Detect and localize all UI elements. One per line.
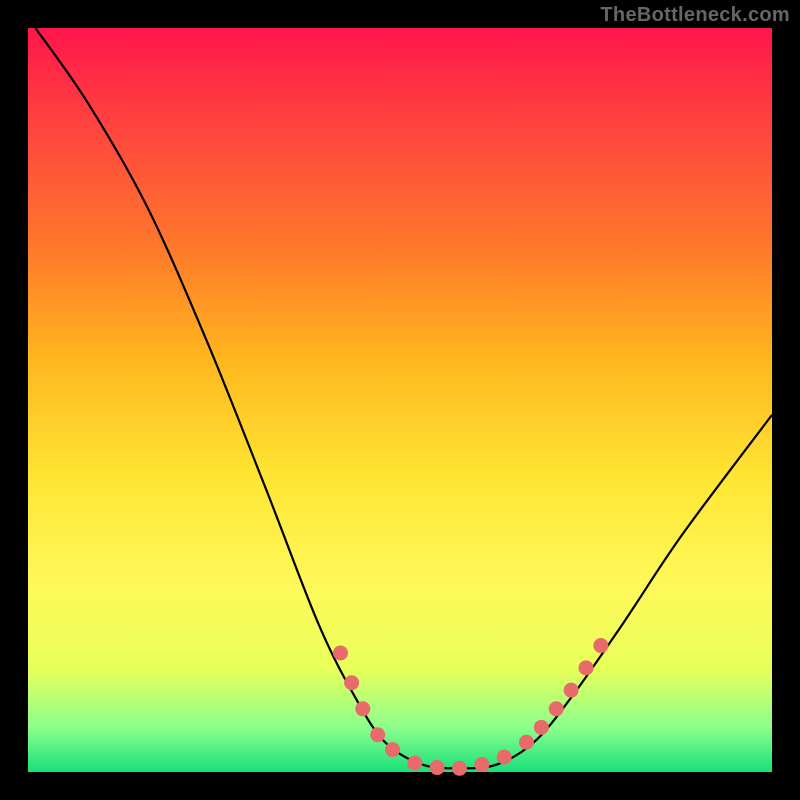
chart-svg [28,28,772,772]
data-point [385,742,400,757]
data-point [452,761,467,776]
data-point [344,675,359,690]
data-point [549,701,564,716]
bottleneck-curve [35,28,772,768]
data-point [474,757,489,772]
data-point [370,727,385,742]
data-point [407,756,422,771]
data-point [593,638,608,653]
data-point [430,760,445,775]
chart-frame: TheBottleneck.com [0,0,800,800]
data-point [333,645,348,660]
data-point [519,735,534,750]
data-point [579,660,594,675]
data-point [534,720,549,735]
data-point [564,683,579,698]
plot-area [28,28,772,772]
data-point [497,750,512,765]
watermark-text: TheBottleneck.com [600,4,790,27]
data-point [355,701,370,716]
